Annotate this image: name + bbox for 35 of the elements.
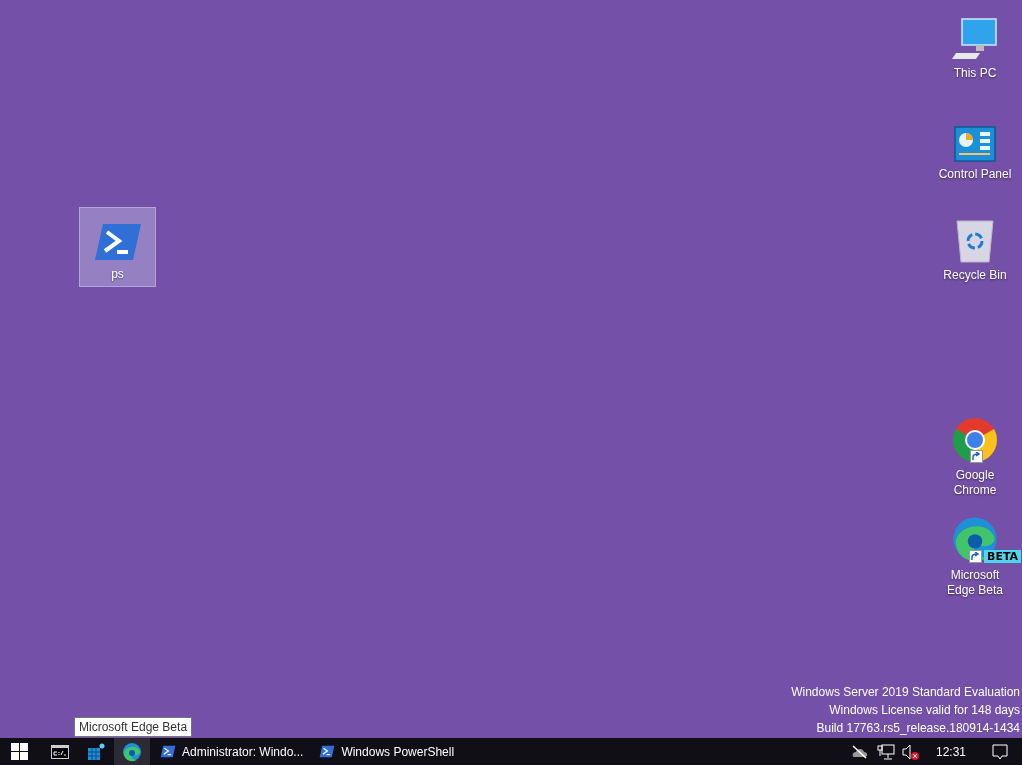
chrome-icon — [952, 417, 998, 463]
powershell-icon — [92, 222, 143, 262]
icon-label: Microsoft Edge Beta — [945, 568, 1004, 598]
taskbar-window-button[interactable]: Administrator: Windo... — [152, 738, 312, 765]
desktop-icon[interactable]: Recycle Bin — [932, 208, 1018, 288]
watermark-text: Windows Server 2019 Standard Evaluation — [791, 684, 1020, 701]
watermark-text: Build 17763.rs5_release.180914-1434 — [816, 720, 1020, 737]
icon-label: Google Chrome — [952, 468, 998, 498]
desktop-icon[interactable]: Control Panel — [932, 107, 1018, 187]
windows-logo-icon — [10, 743, 28, 760]
server-manager-icon — [87, 742, 105, 761]
cloud-offline-icon[interactable] — [850, 744, 868, 759]
watermark-text: Windows License valid for 148 days — [829, 702, 1020, 719]
command-prompt-icon — [51, 744, 69, 759]
icon-label: ps — [110, 267, 125, 282]
taskbar-app-button[interactable] — [114, 738, 150, 765]
notification-icon — [992, 743, 1008, 760]
desktop-icon[interactable]: Google Chrome — [932, 408, 1018, 503]
network-icon[interactable] — [876, 743, 895, 760]
edge-icon — [122, 741, 142, 762]
icon-label: Control Panel — [937, 167, 1013, 182]
control-panel-icon — [954, 126, 996, 162]
taskbar-window-button[interactable]: Windows PowerShell — [311, 738, 463, 765]
powershell-icon — [160, 745, 176, 758]
icon-label: This PC — [952, 66, 998, 81]
volume-icon[interactable] — [901, 743, 920, 760]
clock[interactable]: 12:31 — [929, 742, 972, 761]
icon-label: Recycle Bin — [942, 268, 1008, 283]
desktop-icon[interactable]: ps — [79, 207, 156, 287]
powershell-icon — [319, 745, 336, 758]
computer-icon — [952, 17, 998, 61]
desktop-icon[interactable]: This PC — [932, 6, 1018, 86]
beta-badge: BETA — [984, 550, 1022, 563]
recycle-bin-icon — [956, 217, 994, 263]
tooltip: Microsoft Edge Beta — [74, 717, 193, 737]
